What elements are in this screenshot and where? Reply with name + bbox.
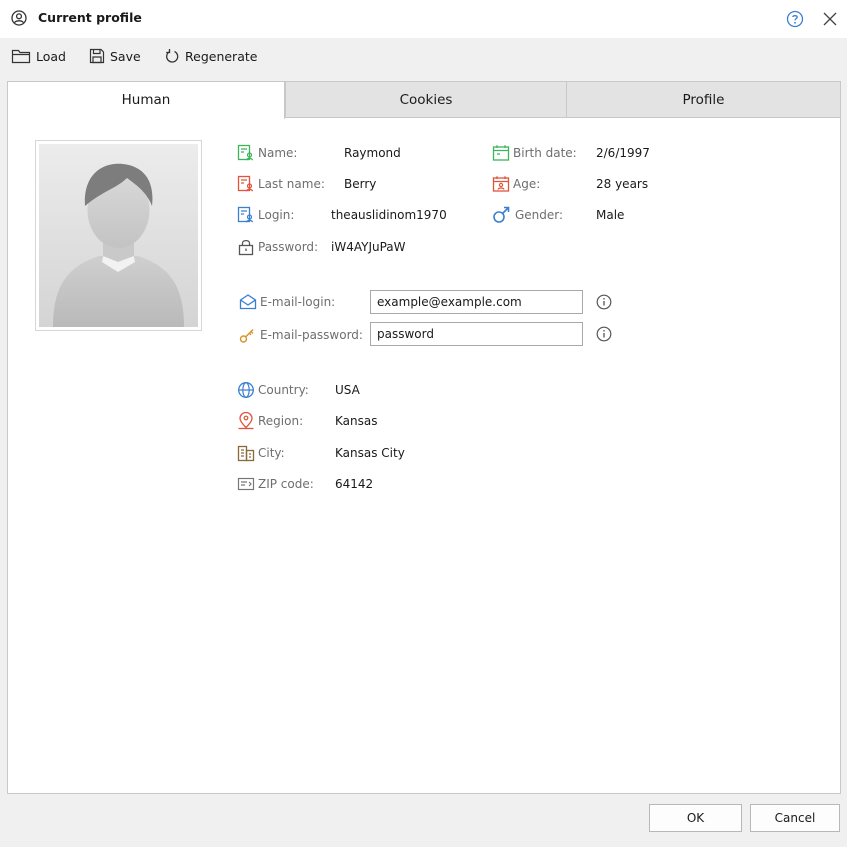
close-icon[interactable] [822,11,838,27]
city-label: City: [258,446,285,460]
password-value: iW4AYJuPaW [331,240,406,254]
lock-icon [238,239,254,256]
ok-button[interactable]: OK [649,804,742,832]
name-label: Name: [258,146,298,160]
last-name-label: Last name: [258,177,325,191]
save-button[interactable]: Save [89,46,141,66]
load-label: Load [36,48,66,64]
calendar-icon [492,145,510,161]
email-login-field-label: E-mail-login: [239,293,335,311]
gender-label: Gender: [515,208,564,222]
name-field-label: Name: [237,144,297,162]
help-icon[interactable] [786,10,804,28]
tab-cookies[interactable]: Cookies [285,81,567,118]
last-name-field-label: Last name: [237,175,325,193]
globe-icon [238,382,254,398]
zip-value: 64142 [335,477,374,491]
refresh-icon [166,49,179,63]
id-card-icon [237,144,254,161]
key-icon [239,329,254,343]
country-field-label: Country: [237,381,309,399]
regenerate-button[interactable]: Regenerate [164,46,257,66]
envelope-icon [239,294,257,310]
region-field-label: Region: [237,412,303,430]
country-value: USA [335,383,360,397]
email-password-input[interactable]: password [370,322,583,346]
toolbar: Load Save Regenerate [0,38,847,74]
window-title: Current profile [38,10,142,25]
age-field-label: Age: [492,175,540,193]
country-label: Country: [258,383,309,397]
id-card-icon [237,175,254,192]
age-label: Age: [513,177,541,191]
email-login-input[interactable]: example@example.com [370,290,583,314]
tab-bar: Human Cookies Profile [7,81,841,119]
age-value: 28 years [596,177,649,191]
gender-field-label: Gender: [492,206,563,224]
login-value: theauslidinom1970 [331,208,447,222]
email-password-field-label: E-mail-password: [239,326,363,344]
email-login-label: E-mail-login: [260,295,336,309]
tab-profile[interactable]: Profile [566,81,841,118]
gender-value: Male [596,208,625,222]
info-icon[interactable] [596,326,612,342]
birth-date-value: 2/6/1997 [596,146,650,160]
location-person-icon [238,412,254,430]
region-label: Region: [258,414,304,428]
avatar [35,140,202,331]
login-label: Login: [258,208,295,222]
password-label: Password: [258,240,319,254]
folder-icon [11,49,31,64]
floppy-icon [89,48,105,64]
login-field-label: Login: [237,206,294,224]
calendar-person-icon [492,176,510,192]
last-name-value: Berry [344,177,377,191]
cancel-button[interactable]: Cancel [750,804,840,832]
city-field-label: City: [237,444,285,462]
avatar-silhouette-icon [39,144,198,327]
male-symbol-icon [493,206,510,223]
birth-date-field-label: Birth date: [492,144,577,162]
password-field-label: Password: [237,238,318,256]
title-bar: Current profile [0,0,847,38]
id-card-icon [237,206,254,223]
zip-field-label: ZIP code: [237,475,314,493]
zip-label: ZIP code: [258,477,314,491]
city-value: Kansas City [335,446,405,460]
email-password-label: E-mail-password: [260,328,363,342]
load-button[interactable]: Load [11,46,66,66]
info-icon[interactable] [596,294,612,310]
birth-date-label: Birth date: [513,146,577,160]
tab-human[interactable]: Human [7,81,285,119]
regenerate-label: Regenerate [185,48,258,64]
zip-tag-icon [237,477,255,491]
name-value: Raymond [344,146,401,160]
save-label: Save [110,48,141,64]
profile-icon [11,10,27,26]
building-icon [237,445,255,462]
region-value: Kansas [335,414,378,428]
